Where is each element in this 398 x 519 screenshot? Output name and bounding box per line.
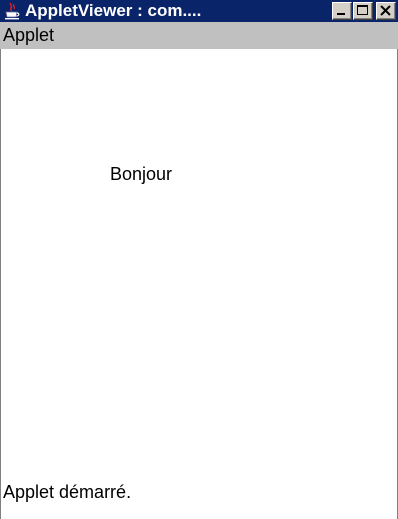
window-title: AppletViewer : com.... — [25, 1, 202, 20]
status-text: Applet démarré. — [3, 482, 132, 502]
applet-greeting-text: Bonjour — [110, 164, 173, 184]
close-button[interactable] — [376, 2, 396, 20]
menu-bar: Applet — [0, 22, 398, 49]
minimize-button[interactable] — [332, 2, 352, 20]
close-icon — [380, 5, 391, 16]
minimize-icon — [337, 13, 345, 15]
applet-viewer-window: AppletViewer : com.... Applet Bonjour Ap… — [0, 0, 398, 519]
java-coffee-icon — [5, 2, 20, 20]
maximize-icon — [357, 5, 368, 15]
applet-panel: Bonjour Applet démarré. — [0, 49, 398, 519]
menu-applet[interactable]: Applet — [0, 25, 54, 46]
title-bar[interactable]: AppletViewer : com.... — [0, 0, 398, 22]
maximize-button[interactable] — [353, 2, 373, 20]
